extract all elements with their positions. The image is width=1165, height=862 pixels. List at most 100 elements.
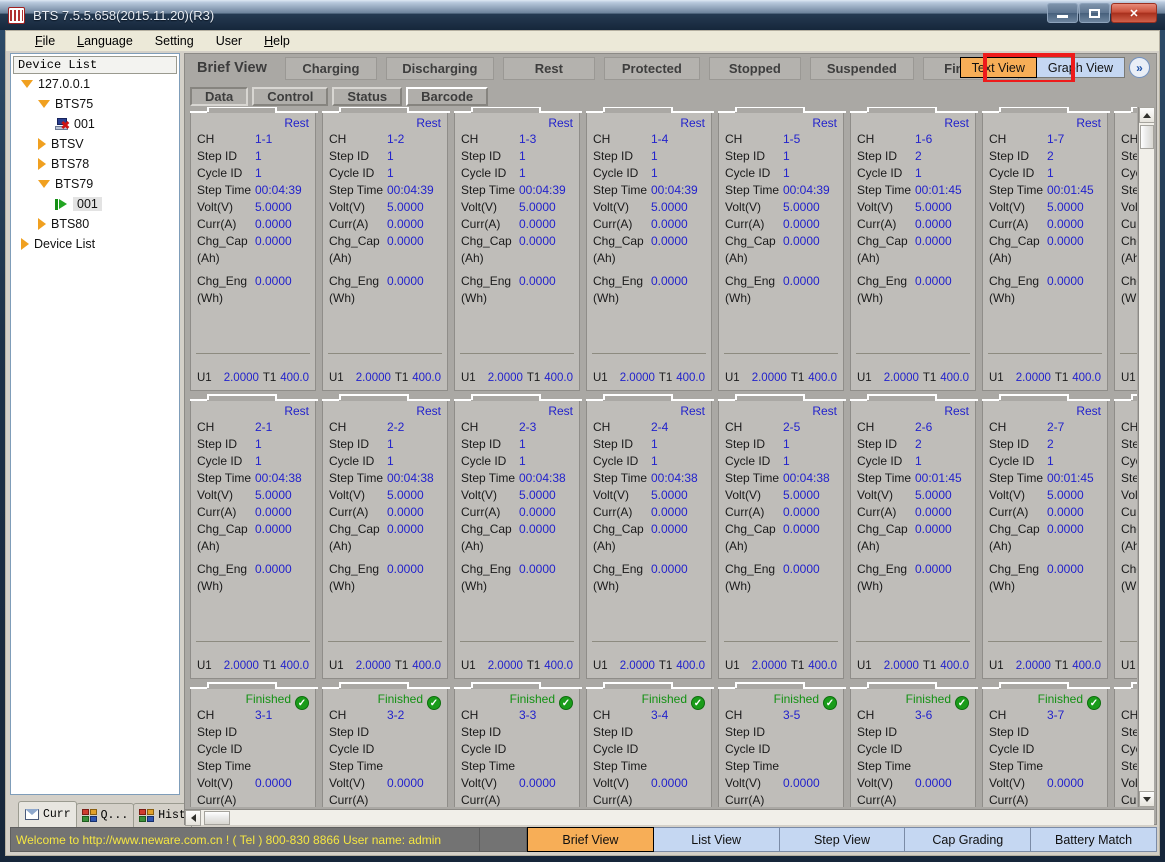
tree-node-127-0-0-1[interactable]: 127.0.0.1	[11, 74, 179, 94]
card-volt: Volt(V) 5.0000	[851, 199, 975, 216]
card-cycle-id-label: Cycle ID	[1121, 166, 1137, 180]
card-step-id-label: Step ID	[329, 725, 370, 739]
state-tab-charging[interactable]: Charging	[284, 56, 377, 80]
card-step-id: Step ID 1	[323, 436, 447, 453]
device-tree[interactable]: Device List 127.0.0.1 BTS75 ✖ 001 BTSV BTS78 B…	[10, 53, 180, 795]
vertical-scrollbar[interactable]	[1138, 107, 1155, 807]
card-ch-value: 1-5	[783, 132, 801, 146]
channel-card[interactable]: Rest CH 2-2 Step ID 1 Cycle ID 1 Step Time 00:04…	[322, 394, 450, 679]
bottom-button-list-view[interactable]: List View	[653, 827, 780, 852]
sub-tab-control[interactable]: Control	[252, 87, 329, 106]
channel-card[interactable]: CH Step ID Cycle ID Step Time Volt(V) Curr(A)…	[1114, 682, 1137, 807]
menu-item-language[interactable]: Language	[66, 32, 144, 50]
tree-node-bts78[interactable]: BTS78	[11, 154, 179, 174]
database-icon	[81, 808, 98, 823]
bottom-button-step-view[interactable]: Step View	[779, 827, 906, 852]
menu-item-setting[interactable]: Setting	[144, 32, 205, 50]
menu-item-user[interactable]: User	[205, 32, 253, 50]
state-tab-suspended[interactable]: Suspended	[809, 56, 914, 80]
channel-card[interactable]: Rest CH 1-2 Step ID 1 Cycle ID 1 Step Time 00:04…	[322, 107, 450, 391]
card-step-id-value: 1	[783, 149, 790, 163]
left-button-q[interactable]: Q...	[75, 803, 135, 827]
tree-node-001[interactable]: ✖ 001	[11, 114, 179, 134]
card-chg-eng-unit: (Wh)	[851, 290, 975, 307]
tree-node-label: 001	[73, 197, 102, 211]
maximize-button[interactable]	[1079, 3, 1110, 23]
card-step-time: Step Time 00:04:38	[323, 470, 447, 487]
channel-card[interactable]: Rest CH 2-5 Step ID 1 Cycle ID 1 Step Time 00:04…	[718, 394, 846, 679]
card-ch-label: CH	[1121, 708, 1137, 722]
sub-tab-data[interactable]: Data	[190, 87, 249, 106]
channel-card[interactable]: Rest CH 1-5 Step ID 1 Cycle ID 1 Step Time 00:04…	[718, 107, 846, 391]
text-view-button[interactable]: Text View	[959, 57, 1037, 78]
minimize-button[interactable]	[1047, 3, 1078, 23]
channel-card[interactable]: Rest CH 2-6 Step ID 2 Cycle ID 1 Step Time 00:01…	[850, 394, 978, 679]
left-button-curr[interactable]: Curr	[18, 801, 77, 827]
tree-node-001[interactable]: 001	[11, 194, 179, 214]
channel-card[interactable]: Rest CH 2-4 Step ID 1 Cycle ID 1 Step Time 00:04…	[586, 394, 714, 679]
vertical-scrollbar-thumb[interactable]	[1140, 125, 1154, 149]
channel-card[interactable]: Finished ✓ CH 3-2 Step ID Cycle ID Step Time Vo…	[322, 682, 450, 807]
channel-card[interactable]: Finished ✓ CH 3-1 Step ID Cycle ID Step Time Vo…	[190, 682, 318, 807]
tree-node-bts75[interactable]: BTS75	[11, 94, 179, 114]
channel-card[interactable]: Finished ✓ CH 3-6 Step ID Cycle ID Step Time Vo…	[850, 682, 978, 807]
card-cycle-id-value: 1	[387, 166, 394, 180]
card-t1-value: 400.0	[940, 660, 969, 672]
channel-card[interactable]: Rest CH 2-7 Step ID 2 Cycle ID 1 Step Time 00:01…	[982, 394, 1110, 679]
card-chg-cap-value: 0.0000	[1047, 522, 1084, 536]
channel-card[interactable]: Rest CH 1-1 Step ID 1 Cycle ID 1 Step Time 00:04…	[190, 107, 318, 391]
horizontal-scrollbar[interactable]	[185, 809, 1154, 826]
card-t1-label: T1	[262, 660, 277, 672]
channel-card[interactable]: Rest CH 1-3 Step ID 1 Cycle ID 1 Step Time 00:04…	[454, 107, 582, 391]
card-step-time-label: Step Time	[1121, 183, 1137, 197]
state-tab-stopped[interactable]: Stopped	[708, 56, 801, 80]
graph-view-button[interactable]: Graph View	[1036, 57, 1125, 78]
channel-card[interactable]: RestCH Step ID Cycle ID Step Time Volt(V) Cur…	[1114, 394, 1137, 679]
channel-card[interactable]: Rest CH 2-3 Step ID 1 Cycle ID 1 Step Time 00:04…	[454, 394, 582, 679]
close-button[interactable]: ✕	[1111, 3, 1157, 23]
card-chg-eng: Chg_Eng	[1115, 561, 1137, 578]
channel-card[interactable]: Finished ✓ CH 3-5 Step ID Cycle ID Step Time Vo…	[718, 682, 846, 807]
scroll-down-button[interactable]	[1139, 791, 1155, 807]
bottom-button-cap-grading[interactable]: Cap Grading	[905, 827, 1032, 852]
channel-card[interactable]: RestCH Step ID Cycle ID Step Time Volt(V) Cur…	[1114, 107, 1137, 391]
card-notch	[322, 394, 450, 401]
tree-node-device-list[interactable]: Device List	[11, 234, 179, 254]
channel-card[interactable]: Finished ✓ CH 3-3 Step ID Cycle ID Step Time Vo…	[454, 682, 582, 807]
horizontal-scrollbar-thumb[interactable]	[204, 811, 230, 825]
card-chg-eng: Chg_Eng 0.0000	[587, 273, 711, 290]
tree-node-bts80[interactable]: BTS80	[11, 214, 179, 234]
sub-tab-barcode[interactable]: Barcode	[406, 87, 489, 106]
channel-card[interactable]: Finished ✓ CH 3-4 Step ID Cycle ID Step Time Vo…	[586, 682, 714, 807]
card-cycle-id-value: 1	[915, 166, 922, 180]
scroll-left-button[interactable]	[185, 810, 201, 826]
channel-card[interactable]: Finished ✓ CH 3-7 Step ID Cycle ID Step Time Vo…	[982, 682, 1110, 807]
card-chg-cap-value: 0.0000	[387, 522, 424, 536]
card-volt-label: Volt(V)	[725, 200, 762, 214]
sub-tab-status[interactable]: Status	[332, 87, 403, 106]
bottom-button-brief-view[interactable]: Brief View	[527, 827, 654, 852]
channel-card[interactable]: Rest CH 1-7 Step ID 2 Cycle ID 1 Step Time 00:01…	[982, 107, 1110, 391]
tree-node-btsv[interactable]: BTSV	[11, 134, 179, 154]
state-tab-protected[interactable]: Protected	[603, 56, 700, 80]
state-tab-rest[interactable]: Rest	[502, 56, 595, 80]
channel-card[interactable]: Rest CH 1-4 Step ID 1 Cycle ID 1 Step Time 00:04…	[586, 107, 714, 391]
channel-card[interactable]: Rest CH 1-6 Step ID 2 Cycle ID 1 Step Time 00:01…	[850, 107, 978, 391]
card-ch-label: CH	[857, 132, 875, 146]
card-notch	[850, 394, 978, 401]
bottom-button-battery-match[interactable]: Battery Match	[1031, 827, 1157, 852]
card-step-id: Step ID 1	[455, 436, 579, 453]
card-ch: CH 3-3	[455, 707, 579, 724]
menu-item-file[interactable]: File	[24, 32, 66, 50]
expand-chevron-icon[interactable]: »	[1129, 57, 1150, 78]
scroll-up-button[interactable]	[1139, 107, 1155, 123]
card-volt-value: 5.0000	[519, 488, 556, 502]
tree-node-bts79[interactable]: BTS79	[11, 174, 179, 194]
card-chg-cap-label: Chg_Cap	[857, 234, 908, 248]
card-volt-label: Volt(V)	[329, 488, 366, 502]
state-tab-discharging[interactable]: Discharging	[385, 56, 494, 80]
channel-card[interactable]: Rest CH 2-1 Step ID 1 Cycle ID 1 Step Time 00:04…	[190, 394, 318, 679]
menu-item-help[interactable]: Help	[253, 32, 301, 50]
bottom-view-buttons: Brief View List View Step View Cap Grading B…	[527, 827, 1157, 852]
card-curr-label: Curr(A)	[197, 793, 237, 807]
